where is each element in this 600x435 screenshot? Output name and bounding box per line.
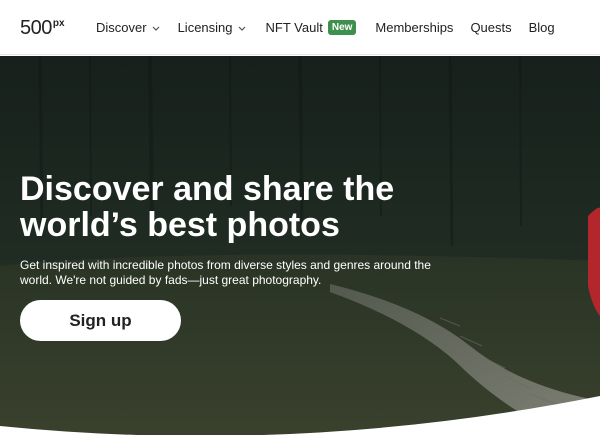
nav-memberships-label: Memberships [375,20,454,35]
top-navigation-bar: 500 px Discover Licensing NFT Vault New … [0,0,600,55]
nav-discover[interactable]: Discover [96,0,161,55]
new-badge: New [327,20,357,35]
logo-text: 500 [20,17,52,39]
500px-logo[interactable]: 500 px [20,17,65,39]
nav-quests[interactable]: Quests [470,0,511,55]
hero-headline-line2: world’s best photos [20,206,340,244]
nav-nft-vault[interactable]: NFT Vault New [266,0,357,55]
chevron-down-icon [152,26,160,31]
main-nav: Discover Licensing NFT Vault New Members… [96,0,555,55]
nav-quests-label: Quests [470,20,512,35]
hero-background-photo [0,56,600,435]
chevron-down-icon [238,26,245,31]
nav-memberships[interactable]: Memberships [375,0,453,55]
sign-up-button[interactable]: Sign up [20,300,181,341]
nav-licensing[interactable]: Licensing [178,0,247,55]
hero-subtext-line1: Get inspired with incredible photos from… [20,258,431,272]
nav-blog[interactable]: Blog [529,0,555,55]
hero-headline: Discover and share the world’s best phot… [20,171,440,243]
logo-superscript: px [52,18,65,29]
nav-nft-vault-label: NFT Vault [265,20,323,35]
hero-subtext: Get inspired with incredible photos from… [20,258,440,288]
hero-headline-line1: Discover and share the [20,170,395,208]
nav-licensing-label: Licensing [177,20,233,35]
nav-discover-label: Discover [96,20,147,35]
hero-subtext-line2: world. We're not guided by fads—just gre… [20,273,322,287]
nav-blog-label: Blog [528,20,555,35]
hero-section: Discover and share the world’s best phot… [0,56,600,435]
